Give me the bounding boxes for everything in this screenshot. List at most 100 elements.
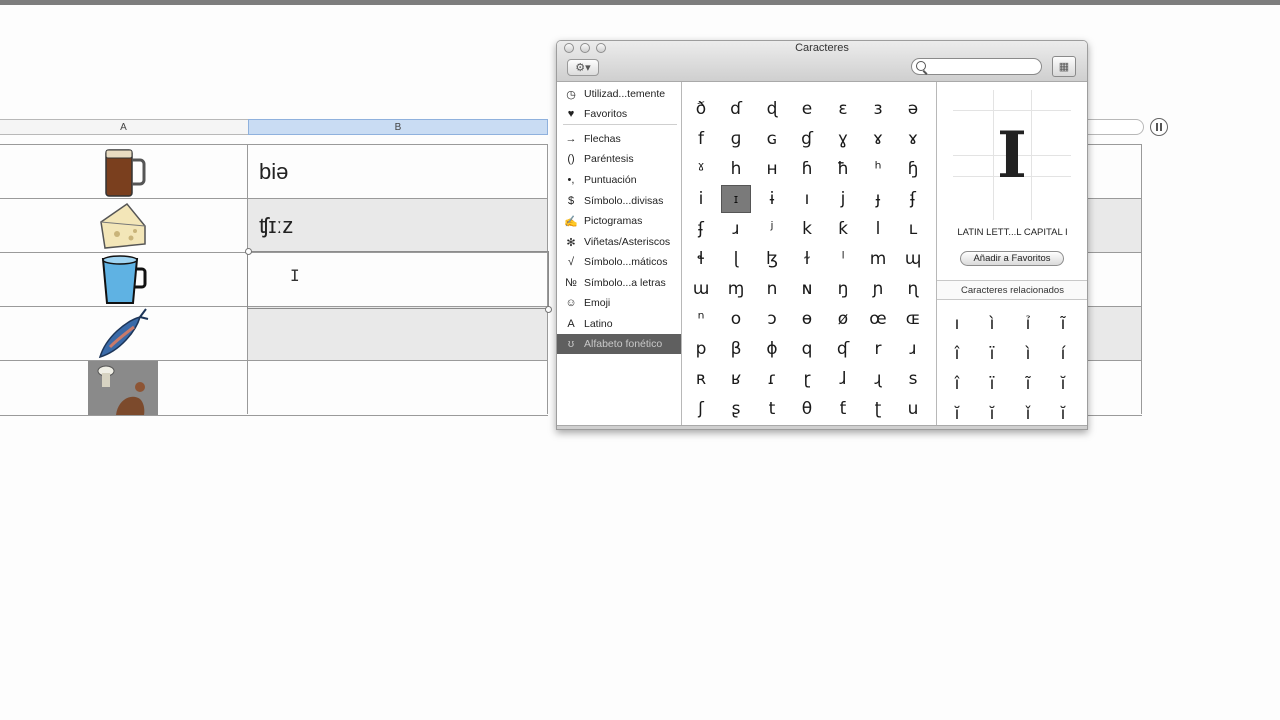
glyph-cell[interactable]: n (755, 274, 789, 304)
related-glyph[interactable]: ì (1013, 340, 1043, 368)
glyph-cell[interactable]: ɶ (896, 304, 930, 334)
glyph-cell[interactable]: ɡ (719, 124, 753, 154)
table-cell[interactable] (1086, 144, 1142, 198)
table-cell[interactable] (1086, 306, 1142, 360)
related-glyph[interactable]: ĭ (942, 400, 972, 428)
glyph-cell[interactable]: ʂ (719, 394, 753, 424)
related-glyph[interactable]: í (1048, 340, 1078, 368)
search-input[interactable] (930, 60, 1035, 73)
sidebar-item-numero[interactable]: № Símbolo...a letras (557, 273, 681, 293)
table-cell-image[interactable] (0, 144, 248, 198)
sidebar-item-sqrt[interactable]: √ Símbolo...máticos (557, 252, 681, 272)
glyph-cell[interactable]: ɴ (790, 274, 824, 304)
glyph-cell[interactable]: ɦ (790, 154, 824, 184)
column-header-right[interactable] (1086, 119, 1144, 135)
glyph-cell[interactable]: ˠ (684, 154, 718, 184)
glyph-cell[interactable]: s (896, 364, 930, 394)
table-cell-image[interactable] (0, 306, 248, 360)
glyph-cell[interactable]: β (719, 334, 753, 364)
sidebar-item-dollar[interactable]: $ Símbolo...divisas (557, 191, 681, 211)
add-to-favorites-button[interactable]: Añadir a Favoritos (960, 251, 1064, 266)
glyph-cell[interactable]: ɰ (896, 244, 930, 274)
glyph-cell[interactable]: m (861, 244, 895, 274)
related-glyph[interactable]: ĭ (977, 400, 1007, 428)
glyph-cell[interactable]: ʜ (755, 154, 789, 184)
selected-glyph[interactable]: ɪ (721, 185, 751, 213)
glyph-cell[interactable]: ħ (826, 154, 860, 184)
glyph-cell[interactable]: j (826, 184, 860, 214)
glyph-cell[interactable]: ɭ (719, 244, 753, 274)
related-glyph[interactable]: ỉ (1013, 310, 1043, 338)
sidebar-item-clock[interactable]: ◷ Utilizad...temente (557, 84, 681, 104)
selection-handle[interactable] (245, 248, 252, 255)
glyph-cell[interactable]: ɟ (861, 184, 895, 214)
glyph-cell[interactable]: ə (896, 94, 930, 124)
glyph-cell[interactable]: f (684, 124, 718, 154)
glyph-cell[interactable]: ƭ (826, 394, 860, 424)
glyph-cell[interactable]: ɗ (719, 94, 753, 124)
sidebar-item-arrow[interactable]: → Flechas (557, 129, 681, 149)
table-cell-transcription[interactable]: ʧɪːz (248, 198, 548, 252)
sidebar-item-parentheses[interactable]: () Paréntesis (557, 149, 681, 169)
glyph-cell[interactable]: k (790, 214, 824, 244)
table-cell-transcription[interactable] (248, 306, 548, 360)
action-menu-button[interactable]: ⚙▾ (567, 59, 599, 76)
glyph-cell[interactable]: r (861, 334, 895, 364)
table-cell-image[interactable] (0, 198, 248, 252)
glyph-cell[interactable]: ɽ (790, 364, 824, 394)
glyph-cell[interactable]: ɲ (861, 274, 895, 304)
glyph-cell[interactable]: ɸ (755, 334, 789, 364)
glyph-cell[interactable]: θ (790, 394, 824, 424)
sidebar-item-pictogram[interactable]: ✍ Pictogramas (557, 211, 681, 231)
glyph-cell[interactable]: ɤ (896, 124, 930, 154)
glyph-cell[interactable]: ɬ (684, 244, 718, 274)
glyph-cell[interactable]: ʀ (684, 364, 718, 394)
related-glyph[interactable]: ï (977, 370, 1007, 398)
glyph-cell[interactable]: ʄ (896, 184, 930, 214)
glyph-cell[interactable]: ø (826, 304, 860, 334)
sidebar-item-asterisk[interactable]: ✻ Viñetas/Asteriscos (557, 232, 681, 252)
related-glyph[interactable]: ĩ (1013, 370, 1043, 398)
table-cell-transcription[interactable]: biə (248, 144, 548, 198)
selection-handle[interactable] (545, 306, 552, 313)
table-cell-image[interactable] (0, 252, 248, 306)
glyph-cell[interactable]: t (755, 394, 789, 424)
glyph-cell[interactable]: ɾ (755, 364, 789, 394)
glyph-cell[interactable]: ⁿ (684, 304, 718, 334)
glyph-cell[interactable]: q (790, 334, 824, 364)
sidebar-item-punctuation[interactable]: •, Puntuación (557, 170, 681, 190)
glyph-cell[interactable]: ɻ (861, 364, 895, 394)
sidebar-item-heart[interactable]: ♥ Favoritos (557, 104, 681, 124)
column-header-a[interactable]: A (0, 119, 249, 135)
glyph-cell[interactable]: ð (684, 94, 718, 124)
glyph-cell[interactable]: ɱ (719, 274, 753, 304)
glyph-cell[interactable]: h (719, 154, 753, 184)
related-glyph[interactable]: ĭ (1048, 370, 1078, 398)
sidebar-item-phonetic[interactable]: ʊ Alfabeto fonético (557, 334, 681, 354)
glyph-cell[interactable]: i (684, 184, 718, 214)
glyph-cell[interactable]: ɳ (896, 274, 930, 304)
glyph-cell[interactable]: ɛ (826, 94, 860, 124)
glyph-cell[interactable]: ŋ (826, 274, 860, 304)
glyph-cell[interactable]: ɯ (684, 274, 718, 304)
glyph-cell[interactable]: ʃ (684, 394, 718, 424)
glyph-cell[interactable]: ʄ (684, 214, 718, 244)
search-field[interactable] (911, 58, 1042, 75)
keyboard-viewer-button[interactable]: ▦ (1052, 56, 1076, 77)
glyph-cell[interactable]: ʈ (861, 394, 895, 424)
glyph-cell[interactable]: p (684, 334, 718, 364)
glyph-cell[interactable]: ɤ (861, 124, 895, 154)
related-glyph[interactable]: ĩ (1048, 310, 1078, 338)
glyph-cell[interactable]: ɹ (719, 214, 753, 244)
pause-button[interactable] (1150, 118, 1168, 136)
related-glyph[interactable]: ı (942, 310, 972, 338)
glyph-cell[interactable]: ɧ (896, 154, 930, 184)
glyph-cell[interactable]: ɖ (755, 94, 789, 124)
glyph-cell[interactable]: œ (861, 304, 895, 334)
glyph-cell[interactable]: ɢ (755, 124, 789, 154)
glyph-cell[interactable]: ɫ (790, 244, 824, 274)
related-glyph[interactable]: î (942, 340, 972, 368)
sidebar-item-smiley[interactable]: ☺ Emoji (557, 293, 681, 313)
sidebar-item-latin-a[interactable]: A Latino (557, 314, 681, 334)
glyph-cell[interactable]: ɵ (790, 304, 824, 334)
